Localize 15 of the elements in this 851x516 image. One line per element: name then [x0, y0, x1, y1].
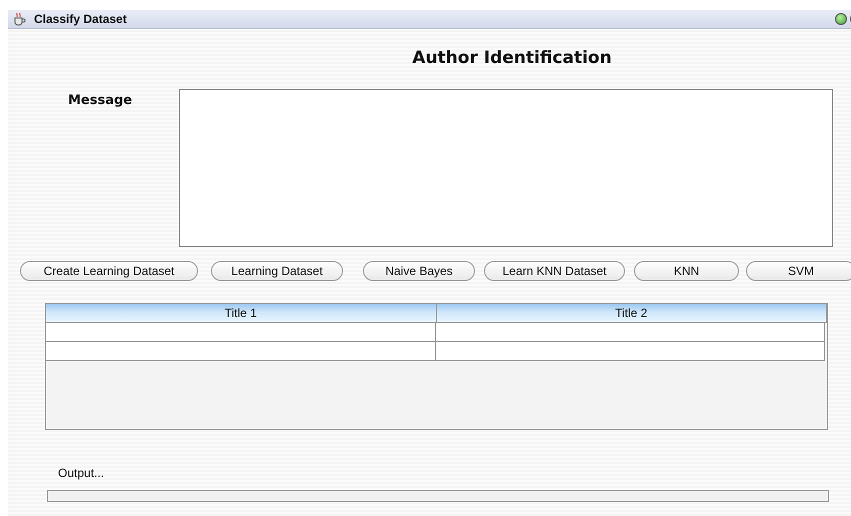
cup-icon — [12, 12, 26, 26]
action-button[interactable]: Naive Bayes — [363, 261, 475, 281]
maximize-icon[interactable] — [835, 13, 847, 25]
window-title: Classify Dataset — [34, 12, 127, 26]
message-label: Message — [67, 92, 134, 109]
action-button[interactable]: Learning Dataset — [211, 261, 343, 281]
action-button[interactable]: Learn KNN Dataset — [484, 261, 625, 281]
action-button[interactable]: KNN — [634, 261, 739, 281]
column-header[interactable]: Title 2 — [436, 304, 827, 323]
action-button[interactable]: SVM — [746, 261, 851, 281]
message-field[interactable] — [179, 89, 833, 247]
action-button[interactable]: Create Learning Dataset — [20, 261, 198, 281]
form-heading: Author Identification — [411, 47, 613, 70]
column-header[interactable]: Title 1 — [46, 304, 436, 323]
output-label: Output... — [58, 466, 106, 480]
